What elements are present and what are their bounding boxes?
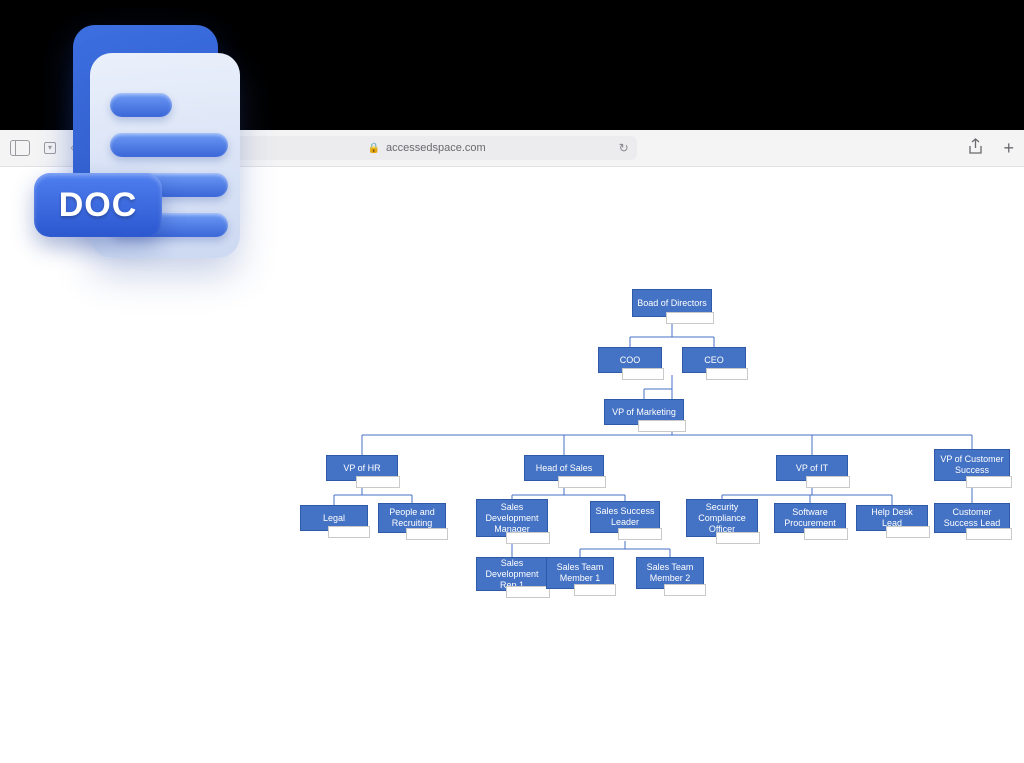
org-node-sw-procurement[interactable]: Software Procurement — [774, 503, 846, 533]
org-node-head-sales[interactable]: Head of Sales — [524, 455, 604, 481]
org-node-sdr1[interactable]: Sales Development Rep 1 — [476, 557, 548, 591]
org-label: CEO — [704, 355, 724, 366]
share-icon[interactable] — [968, 138, 983, 158]
org-label: Sales Team Member 1 — [551, 562, 609, 584]
org-node-cs-lead[interactable]: Customer Success Lead — [934, 503, 1010, 533]
doc-badge-label: DOC — [34, 173, 162, 237]
org-label: Sales Success Leader — [595, 506, 655, 528]
org-node-legal[interactable]: Legal — [300, 505, 368, 531]
org-node-vp-marketing[interactable]: VP of Marketing — [604, 399, 684, 425]
org-label: Legal — [323, 513, 345, 524]
address-text: accessedspace.com — [386, 142, 486, 154]
org-label: People and Recruiting — [383, 507, 441, 529]
org-node-sdm[interactable]: Sales Development Manager — [476, 499, 548, 537]
org-node-board[interactable]: Boad of Directors — [632, 289, 712, 317]
org-node-stm2[interactable]: Sales Team Member 2 — [636, 557, 704, 589]
org-label: VP of Marketing — [612, 407, 676, 418]
org-node-vp-cs[interactable]: VP of Customer Success — [934, 449, 1010, 481]
org-label: Sales Team Member 2 — [641, 562, 699, 584]
org-node-stm1[interactable]: Sales Team Member 1 — [546, 557, 614, 589]
new-tab-icon[interactable]: + — [1003, 138, 1014, 159]
org-node-ssl[interactable]: Sales Success Leader — [590, 501, 660, 533]
org-node-sco[interactable]: Security Compliance Officer — [686, 499, 758, 537]
org-node-people-recruiting[interactable]: People and Recruiting — [378, 503, 446, 533]
doc-file-icon: DOC — [18, 15, 240, 285]
org-label: VP of Customer Success — [939, 454, 1005, 476]
org-node-vp-it[interactable]: VP of IT — [776, 455, 848, 481]
org-label: Customer Success Lead — [939, 507, 1005, 529]
org-node-ceo[interactable]: CEO — [682, 347, 746, 373]
lock-icon: 🔒 — [368, 143, 380, 154]
org-label: VP of IT — [796, 463, 828, 474]
org-node-coo[interactable]: COO — [598, 347, 662, 373]
org-label: Software Procurement — [779, 507, 841, 529]
address-bar[interactable]: 🔒 accessedspace.com ↻ — [217, 136, 637, 160]
org-label: Boad of Directors — [637, 298, 707, 309]
org-label: COO — [620, 355, 641, 366]
org-label: VP of HR — [343, 463, 380, 474]
org-label: Sales Development Manager — [481, 502, 543, 535]
org-node-helpdesk[interactable]: Help Desk Lead — [856, 505, 928, 531]
reload-icon[interactable]: ↻ — [619, 141, 629, 155]
org-label: Security Compliance Officer — [691, 502, 753, 535]
org-node-vp-hr[interactable]: VP of HR — [326, 455, 398, 481]
org-label: Head of Sales — [536, 463, 593, 474]
